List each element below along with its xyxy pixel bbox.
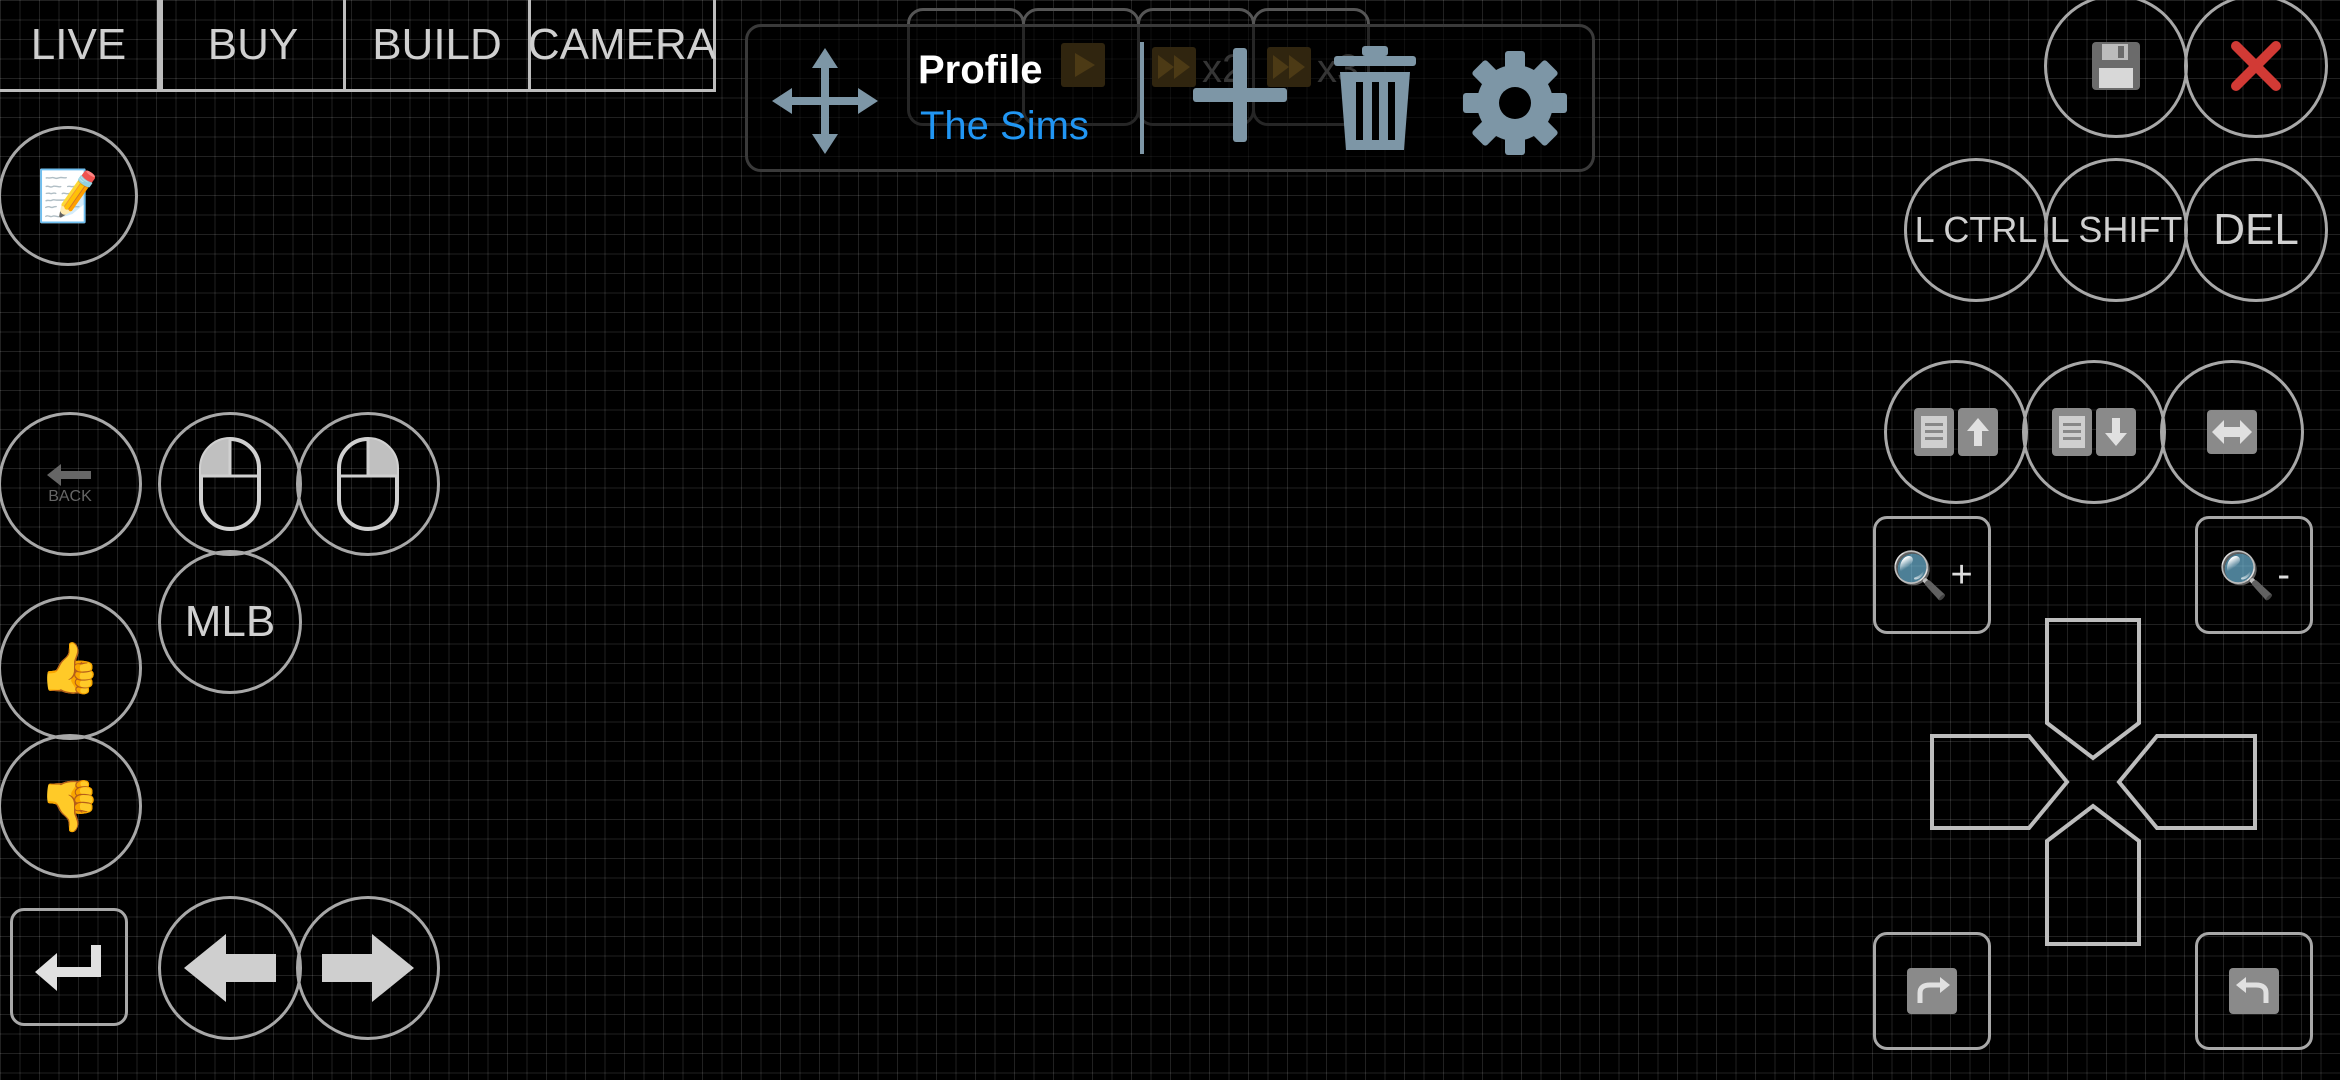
zoom-out-sign: - (2277, 553, 2290, 596)
profile-name[interactable]: The Sims (920, 104, 1089, 149)
close-x-icon (2228, 38, 2284, 94)
undo-button[interactable] (2195, 932, 2313, 1050)
mlb-label: MLB (184, 597, 276, 646)
mouse-left-click-icon (199, 437, 261, 531)
close-button[interactable] (2184, 0, 2328, 138)
left-mouse-button[interactable] (158, 412, 302, 556)
left-ctrl-label: L CTRL (1914, 209, 2038, 250)
document-icon (1914, 408, 1954, 456)
notes-button[interactable]: 📝 (0, 126, 138, 266)
left-shift-button[interactable]: L SHIFT (2044, 158, 2188, 302)
delete-button[interactable]: DEL (2184, 158, 2328, 302)
zoom-in-button[interactable]: 🔍 + (1873, 516, 1991, 634)
page-up-button[interactable] (1884, 360, 2028, 504)
trash-icon[interactable] (1330, 42, 1420, 154)
enter-return-icon (35, 945, 101, 991)
arrow-right-icon (322, 934, 414, 1002)
back-arrow-icon (47, 464, 91, 486)
back-button[interactable]: BACK (0, 412, 142, 556)
tab-live-label: LIVE (30, 19, 127, 69)
tab-camera-label: CAMERA (527, 19, 717, 69)
dpad-right[interactable] (2116, 734, 2257, 830)
delete-label: DEL (2213, 205, 2299, 254)
plus-icon[interactable] (1185, 40, 1295, 150)
dpad-left[interactable] (1930, 734, 2070, 830)
arrow-down-icon (2096, 408, 2136, 456)
undo-arrow-icon (2229, 968, 2279, 1014)
arrow-right-button[interactable] (296, 896, 440, 1040)
gear-icon[interactable] (1460, 48, 1570, 158)
swap-horizontal-button[interactable] (2160, 360, 2304, 504)
left-shift-label: L SHIFT (2049, 209, 2183, 250)
tab-build[interactable]: BUILD (343, 0, 531, 92)
thumbs-up-button[interactable]: 👍 (0, 596, 142, 740)
mouse-right-click-icon (337, 437, 399, 531)
profile-title: Profile (918, 48, 1043, 92)
thumbs-down-icon: 👎 (38, 778, 102, 834)
dpad-up[interactable] (2045, 618, 2141, 761)
move-arrows-icon[interactable] (770, 46, 880, 156)
arrow-left-button[interactable] (158, 896, 302, 1040)
tab-camera[interactable]: CAMERA (528, 0, 716, 92)
tab-live[interactable]: LIVE (0, 0, 160, 92)
page-down-button[interactable] (2022, 360, 2166, 504)
zoom-in-sign: + (1950, 553, 1973, 596)
save-button[interactable] (2044, 0, 2188, 138)
magnifier-icon: 🔍 (2218, 549, 2276, 601)
thumbs-up-icon: 👍 (38, 640, 102, 696)
profile-divider (1140, 42, 1144, 154)
arrow-left-icon (184, 934, 276, 1002)
tab-buy-label: BUY (207, 19, 299, 69)
zoom-out-button[interactable]: 🔍 - (2195, 516, 2313, 634)
right-mouse-button[interactable] (296, 412, 440, 556)
page-up-icon (1914, 408, 1998, 456)
tab-build-label: BUILD (372, 19, 502, 69)
thumbs-down-button[interactable]: 👎 (0, 734, 142, 878)
left-right-arrow-icon (2207, 410, 2257, 454)
back-small-label: BACK (48, 488, 92, 505)
redo-button[interactable] (1873, 932, 1991, 1050)
middle-mouse-button[interactable]: MLB (158, 550, 302, 694)
arrow-up-icon (1958, 408, 1998, 456)
enter-button[interactable] (10, 908, 128, 1026)
left-ctrl-button[interactable]: L CTRL (1904, 158, 2048, 302)
dpad-down[interactable] (2045, 803, 2141, 946)
tab-buy[interactable]: BUY (160, 0, 346, 92)
dpad (1930, 618, 2257, 946)
document-icon (2052, 408, 2092, 456)
redo-arrow-icon (1907, 968, 1957, 1014)
magnifier-icon: 🔍 (1891, 549, 1949, 601)
page-down-icon (2052, 408, 2136, 456)
memo-icon: 📝 (36, 168, 100, 224)
floppy-disk-icon (2090, 40, 2142, 92)
